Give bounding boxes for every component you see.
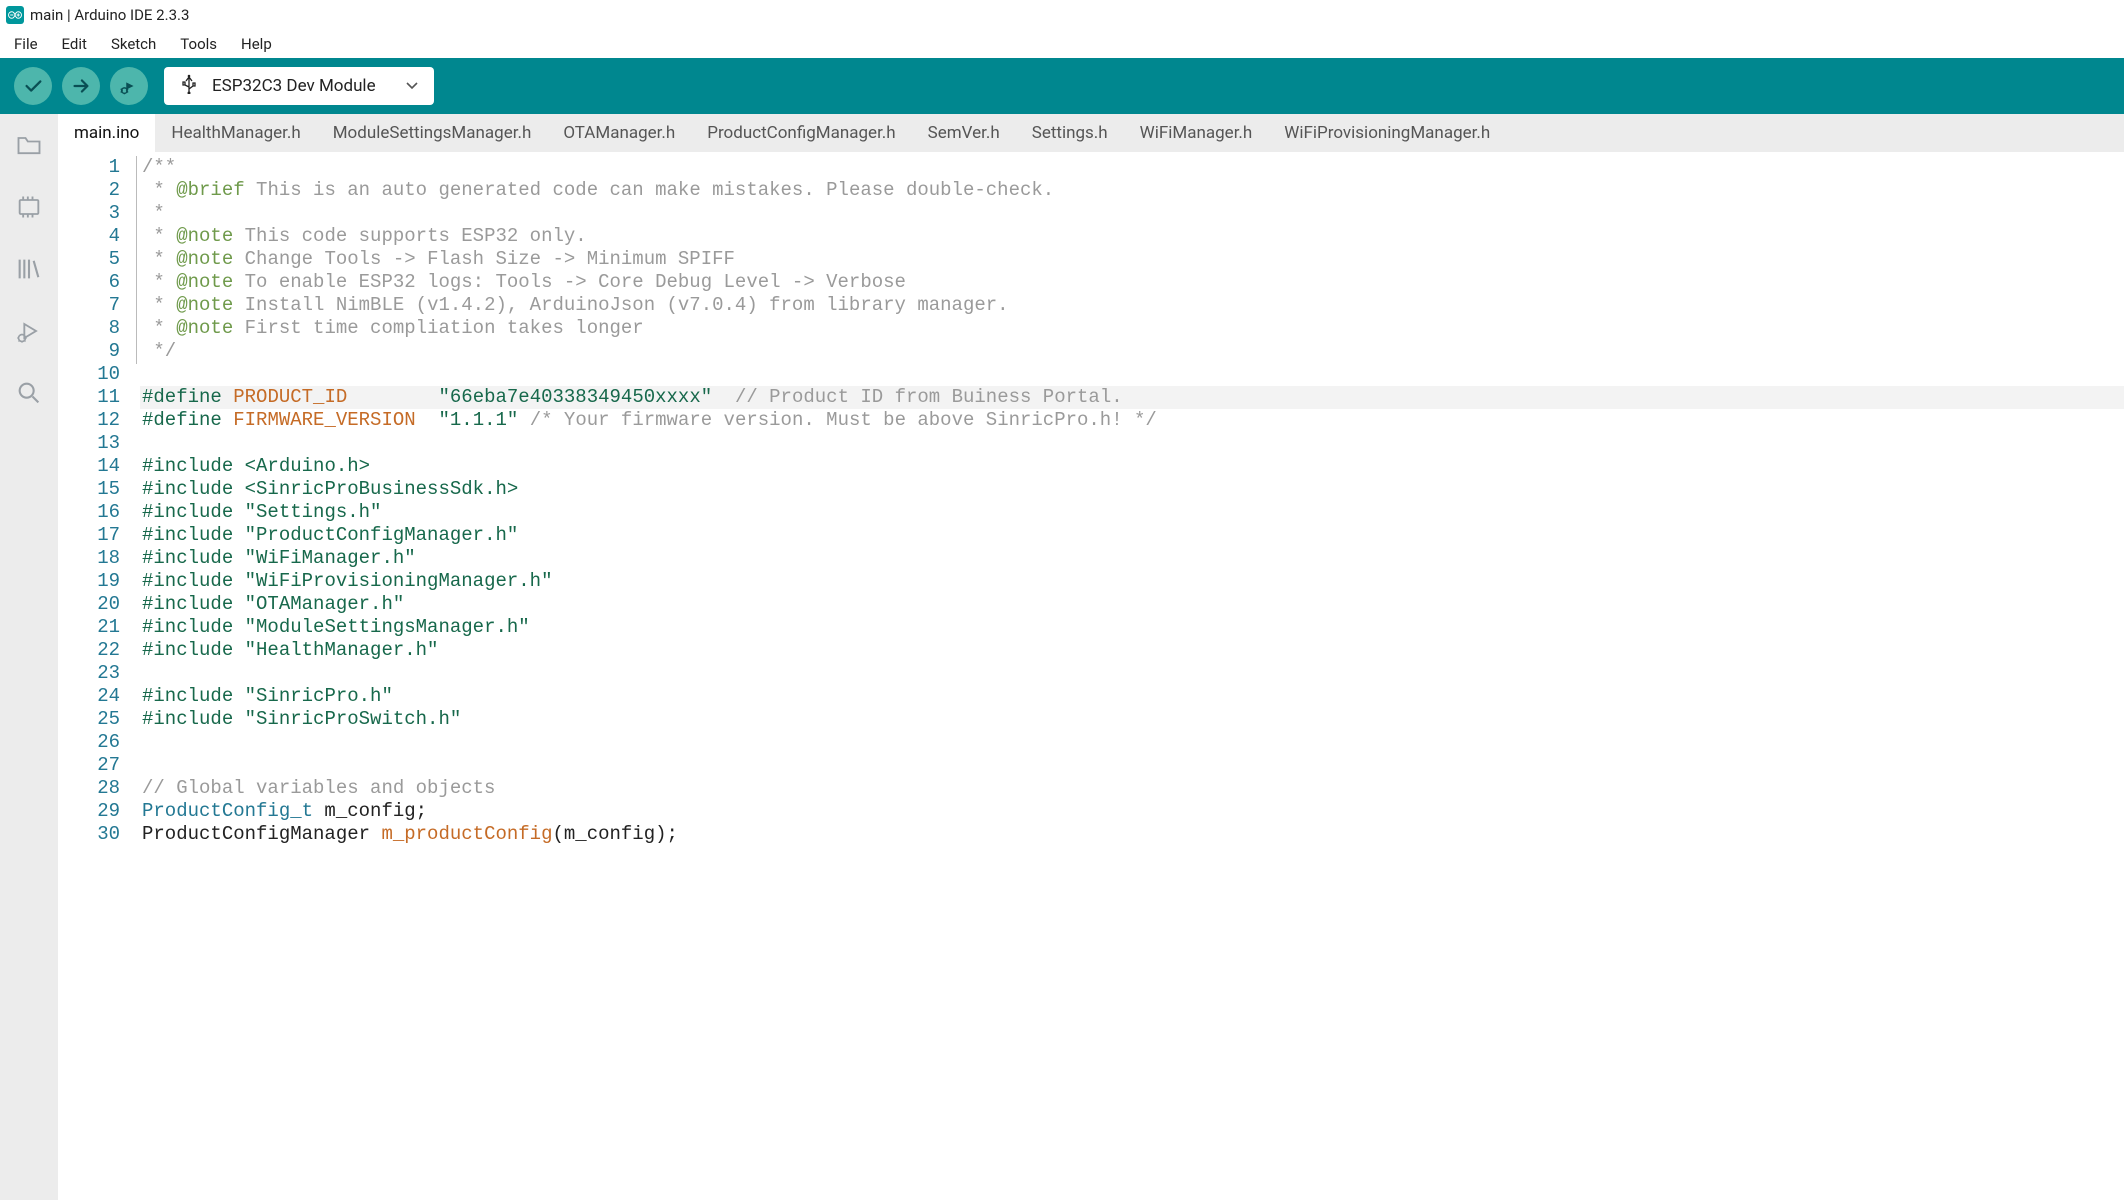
line-gutter: 1234567891011121314151617181920212223242… [58, 152, 136, 1200]
menu-edit[interactable]: Edit [50, 31, 99, 57]
code-line[interactable]: * @note To enable ESP32 logs: Tools -> C… [140, 271, 2124, 294]
code-line[interactable] [140, 662, 2124, 685]
code-line[interactable]: #define FIRMWARE_VERSION "1.1.1" /* Your… [140, 409, 2124, 432]
code-line[interactable]: #include <SinricProBusinessSdk.h> [140, 478, 2124, 501]
usb-icon [180, 74, 198, 98]
code-line[interactable]: * @brief This is an auto generated code … [140, 179, 2124, 202]
code-line[interactable] [140, 731, 2124, 754]
tab-modulesettingsmanager[interactable]: ModuleSettingsManager.h [317, 114, 548, 152]
tab-semver[interactable]: SemVer.h [912, 114, 1016, 152]
sidebar-folder-button[interactable] [12, 128, 46, 162]
code-line[interactable]: ProductConfig_t m_config; [140, 800, 2124, 823]
check-icon [22, 75, 44, 97]
fold-indicator [136, 152, 140, 1200]
tab-otamanager[interactable]: OTAManager.h [547, 114, 691, 152]
code-line[interactable]: */ [140, 340, 2124, 363]
sidebar-search-button[interactable] [12, 376, 46, 410]
code-line[interactable]: #include "HealthManager.h" [140, 639, 2124, 662]
menubar: File Edit Sketch Tools Help [0, 30, 2124, 58]
sidebar [0, 114, 58, 1200]
code-line[interactable] [140, 363, 2124, 386]
code-content[interactable]: /** * @brief This is an auto generated c… [140, 152, 2124, 1200]
code-line[interactable] [140, 754, 2124, 777]
tab-main-ino[interactable]: main.ino [58, 114, 155, 152]
code-line[interactable]: #include "ModuleSettingsManager.h" [140, 616, 2124, 639]
arrow-right-icon [70, 75, 92, 97]
search-icon [15, 379, 43, 407]
sidebar-library-manager-button[interactable] [12, 252, 46, 286]
tab-healthmanager[interactable]: HealthManager.h [155, 114, 316, 152]
debug-play-icon [118, 75, 140, 97]
books-icon [15, 255, 43, 283]
debug-sidebar-icon [15, 317, 43, 345]
editor-area: main.ino HealthManager.h ModuleSettingsM… [58, 114, 2124, 1200]
verify-button[interactable] [14, 67, 52, 105]
tab-wifimanager[interactable]: WiFiManager.h [1124, 114, 1269, 152]
code-line[interactable]: * @note This code supports ESP32 only. [140, 225, 2124, 248]
code-editor[interactable]: 1234567891011121314151617181920212223242… [58, 152, 2124, 1200]
board-selector[interactable]: ESP32C3 Dev Module [164, 67, 434, 105]
code-line[interactable]: #include "SinricProSwitch.h" [140, 708, 2124, 731]
chevron-down-icon [406, 78, 418, 94]
board-icon [15, 193, 43, 221]
code-line[interactable]: #include "ProductConfigManager.h" [140, 524, 2124, 547]
upload-button[interactable] [62, 67, 100, 105]
code-line[interactable]: * [140, 202, 2124, 225]
debug-button[interactable] [110, 67, 148, 105]
board-name: ESP32C3 Dev Module [212, 76, 392, 96]
code-line[interactable]: // Global variables and objects [140, 777, 2124, 800]
toolbar: ESP32C3 Dev Module [0, 58, 2124, 114]
sidebar-board-manager-button[interactable] [12, 190, 46, 224]
menu-file[interactable]: File [2, 31, 50, 57]
code-line[interactable]: #include <Arduino.h> [140, 455, 2124, 478]
workspace: main.ino HealthManager.h ModuleSettingsM… [0, 114, 2124, 1200]
code-line[interactable] [140, 432, 2124, 455]
arduino-app-icon [6, 6, 24, 24]
sidebar-debug-button[interactable] [12, 314, 46, 348]
code-line[interactable]: #include "SinricPro.h" [140, 685, 2124, 708]
code-line[interactable]: #define PRODUCT_ID "66eba7e40338349450xx… [140, 386, 2124, 409]
folder-icon [15, 131, 43, 159]
code-line[interactable]: ProductConfigManager m_productConfig(m_c… [140, 823, 2124, 846]
menu-sketch[interactable]: Sketch [99, 31, 168, 57]
tab-settings[interactable]: Settings.h [1016, 114, 1124, 152]
menu-tools[interactable]: Tools [168, 31, 229, 57]
window-title: main | Arduino IDE 2.3.3 [30, 6, 189, 24]
tab-bar: main.ino HealthManager.h ModuleSettingsM… [58, 114, 2124, 152]
code-line[interactable]: /** [140, 156, 2124, 179]
code-line[interactable]: #include "WiFiManager.h" [140, 547, 2124, 570]
code-line[interactable]: * @note Install NimBLE (v1.4.2), Arduino… [140, 294, 2124, 317]
tab-productconfigmanager[interactable]: ProductConfigManager.h [691, 114, 911, 152]
code-line[interactable]: #include "Settings.h" [140, 501, 2124, 524]
code-line[interactable]: * @note First time compliation takes lon… [140, 317, 2124, 340]
tab-wifiprovisioningmanager[interactable]: WiFiProvisioningManager.h [1268, 114, 1506, 152]
menu-help[interactable]: Help [229, 31, 284, 57]
code-line[interactable]: #include "OTAManager.h" [140, 593, 2124, 616]
titlebar: main | Arduino IDE 2.3.3 [0, 0, 2124, 30]
code-line[interactable]: #include "WiFiProvisioningManager.h" [140, 570, 2124, 593]
code-line[interactable]: * @note Change Tools -> Flash Size -> Mi… [140, 248, 2124, 271]
